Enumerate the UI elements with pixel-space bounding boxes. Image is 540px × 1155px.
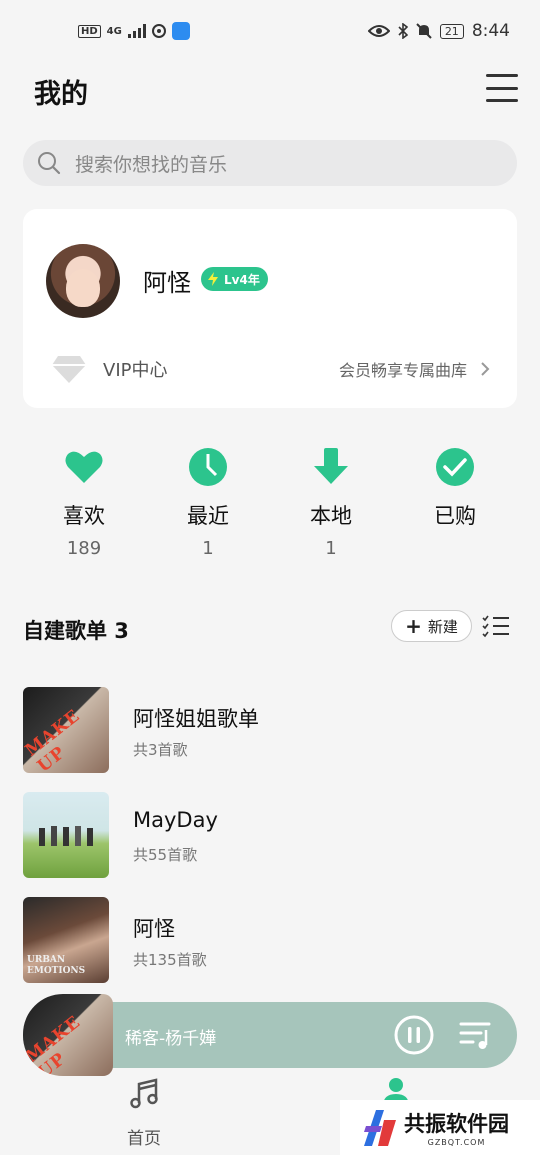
menu-button[interactable] bbox=[486, 74, 518, 102]
playlist-item[interactable]: MayDay 共55首歌 bbox=[23, 792, 503, 878]
quick-action-count: 1 bbox=[202, 538, 214, 559]
level-badge[interactable]: Lv4年 bbox=[201, 267, 268, 291]
download-icon bbox=[314, 448, 348, 484]
watermark-text: 共振软件园 GZBQT.COM bbox=[404, 1108, 509, 1147]
vip-label: VIP中心 bbox=[103, 360, 168, 381]
playlist-cover: URBAN EMOTIONS bbox=[23, 897, 109, 983]
quick-action-count: 189 bbox=[66, 538, 102, 559]
profile-name[interactable]: 阿怪 bbox=[143, 263, 191, 298]
app-notification-icon bbox=[171, 22, 190, 40]
playlist-count: 共135首歌 bbox=[133, 951, 207, 969]
new-playlist-button[interactable]: + 新建 bbox=[391, 610, 472, 642]
quick-actions: 喜欢 189 最近 1 本地 1 已购 bbox=[0, 446, 540, 576]
diamond-icon bbox=[52, 356, 86, 383]
playlist-name: 阿怪姐姐歌单 bbox=[133, 707, 259, 731]
cover-text: MAKE UP bbox=[23, 1012, 85, 1076]
queue-icon[interactable] bbox=[459, 1020, 493, 1050]
playlist-count: 共55首歌 bbox=[133, 846, 198, 864]
quick-action-label: 最近 bbox=[187, 504, 229, 528]
profile-card[interactable]: 阿怪 Lv4年 VIP中心 会员畅享专属曲库 bbox=[23, 209, 517, 408]
playlist-name: 阿怪 bbox=[133, 917, 175, 941]
vip-center-row[interactable]: VIP中心 会员畅享专属曲库 bbox=[51, 351, 491, 387]
plus-icon: + bbox=[405, 614, 422, 638]
cover-text: URBAN EMOTIONS bbox=[27, 955, 86, 976]
playlist-name: MayDay bbox=[133, 808, 218, 832]
watermark-logo-icon bbox=[364, 1109, 396, 1146]
playlist-cover: MAKE UP bbox=[23, 687, 109, 773]
chevron-right-icon bbox=[481, 362, 490, 376]
mini-player[interactable]: MAKE UP 稀客-杨千嬅 bbox=[23, 994, 517, 1076]
hd-badge: HD bbox=[78, 24, 101, 38]
page-title: 我的 bbox=[34, 79, 88, 110]
quick-action-label: 喜欢 bbox=[63, 504, 105, 528]
heart-icon bbox=[65, 451, 103, 483]
status-bar: HD 4G 21 8:44 bbox=[0, 0, 540, 62]
now-playing-cover[interactable]: MAKE UP bbox=[23, 994, 113, 1076]
playlist-count: 共3首歌 bbox=[133, 741, 188, 759]
battery-indicator: 21 bbox=[439, 23, 464, 39]
band-figures bbox=[39, 826, 93, 846]
avatar[interactable] bbox=[46, 244, 120, 318]
menu-line bbox=[486, 74, 518, 77]
cover-text: MAKE UP bbox=[23, 705, 85, 773]
search-icon bbox=[38, 152, 61, 175]
bluetooth-icon bbox=[398, 23, 408, 39]
avatar-face bbox=[66, 269, 100, 307]
playlists-header: 自建歌单 3 bbox=[23, 619, 129, 643]
vip-promo: 会员畅享专属曲库 bbox=[338, 361, 467, 380]
signal-icon bbox=[127, 24, 146, 38]
quick-action-recent[interactable]: 最近 1 bbox=[153, 446, 263, 559]
playlist-cover bbox=[23, 792, 109, 878]
quick-action-count: 1 bbox=[325, 538, 337, 559]
clock: 8:44 bbox=[471, 21, 510, 41]
playlist-item[interactable]: URBAN EMOTIONS 阿怪 共135首歌 bbox=[23, 897, 503, 983]
clock-icon bbox=[189, 448, 227, 486]
search-bar[interactable]: 搜索你想找的音乐 bbox=[23, 140, 517, 186]
quick-action-purchased[interactable]: 已购 bbox=[400, 446, 510, 538]
menu-line bbox=[486, 99, 518, 102]
status-left: HD 4G bbox=[78, 22, 190, 40]
nav-home[interactable]: 首页 bbox=[112, 1078, 176, 1149]
nav-home-label: 首页 bbox=[127, 1129, 161, 1149]
mute-bell-icon bbox=[416, 23, 432, 39]
music-note-icon bbox=[130, 1078, 158, 1109]
watermark: 共振软件园 GZBQT.COM bbox=[340, 1100, 540, 1155]
level-label: Lv4年 bbox=[224, 272, 260, 287]
quick-action-label: 本地 bbox=[310, 504, 352, 528]
pause-icon[interactable] bbox=[393, 1014, 435, 1056]
quick-action-favorites[interactable]: 喜欢 189 bbox=[29, 446, 139, 559]
watermark-sub: GZBQT.COM bbox=[427, 1138, 486, 1147]
network-label: 4G bbox=[106, 25, 122, 37]
manage-list-icon[interactable] bbox=[482, 614, 510, 638]
search-placeholder: 搜索你想找的音乐 bbox=[75, 153, 228, 176]
location-icon bbox=[151, 24, 166, 38]
playlist-item[interactable]: MAKE UP 阿怪姐姐歌单 共3首歌 bbox=[23, 687, 503, 773]
menu-line bbox=[486, 86, 518, 90]
now-playing-title: 稀客-杨千嬅 bbox=[125, 1029, 217, 1049]
status-right: 21 8:44 bbox=[367, 21, 510, 41]
quick-action-local[interactable]: 本地 1 bbox=[276, 446, 386, 559]
quick-action-label: 已购 bbox=[434, 504, 476, 528]
bolt-icon bbox=[208, 272, 218, 286]
new-playlist-label: 新建 bbox=[427, 617, 458, 636]
watermark-title: 共振软件园 bbox=[404, 1112, 509, 1136]
eye-icon bbox=[367, 25, 390, 37]
check-icon bbox=[436, 448, 474, 486]
